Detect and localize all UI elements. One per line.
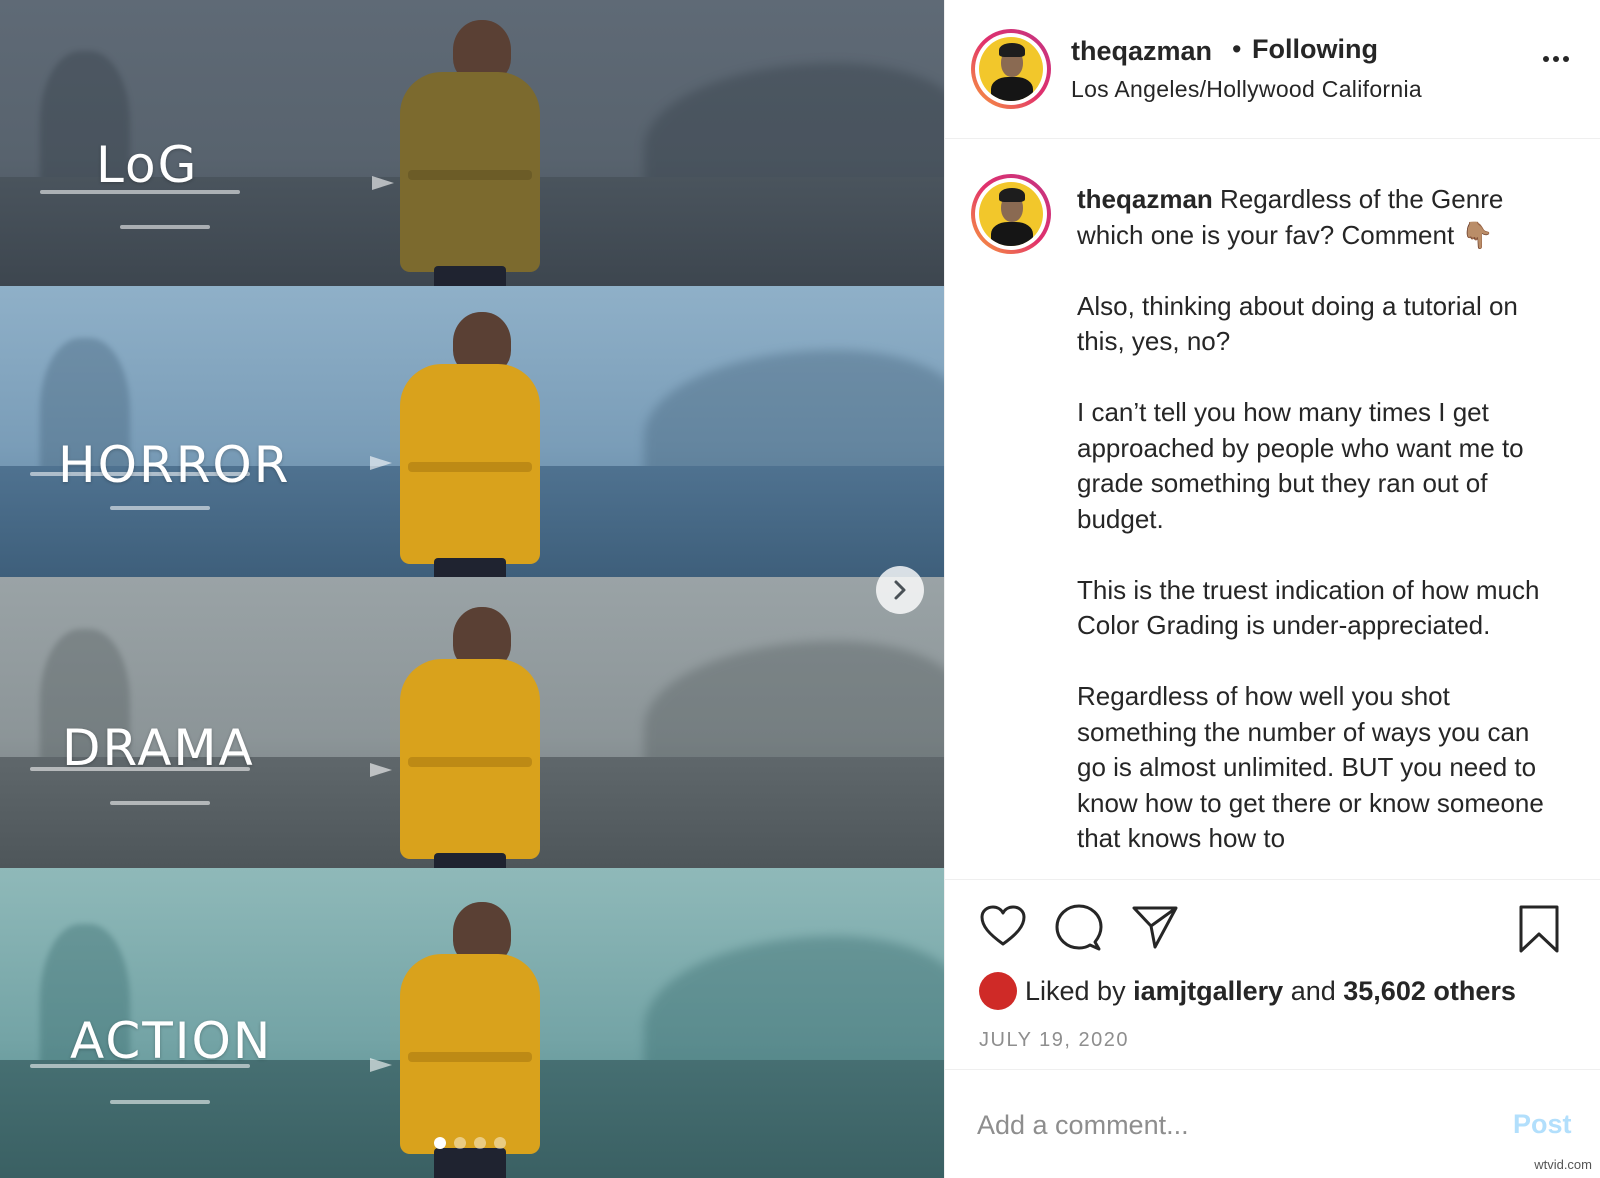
post-caption: theqazman Regardless of the Genre which …: [1077, 182, 1547, 879]
heart-icon[interactable]: [979, 904, 1027, 948]
caption-paragraph: This is the truest indication of how muc…: [1077, 574, 1540, 641]
post-info-panel: theqazman • Following Los Angeles/Hollyw…: [944, 0, 1600, 1178]
genre-label-log: LoG: [96, 136, 199, 194]
bookmark-icon[interactable]: [1517, 904, 1561, 954]
liked-by-prefix: Liked by: [1025, 975, 1126, 1006]
header-username[interactable]: theqazman: [1071, 36, 1212, 67]
caption-paragraph: Also, thinking about doing a tutorial on…: [1077, 290, 1518, 357]
avatar[interactable]: [971, 29, 1051, 109]
carousel-dot-3[interactable]: [474, 1137, 486, 1149]
carousel-next-button[interactable]: [876, 566, 924, 614]
post-date[interactable]: JULY 19, 2020: [979, 1029, 1129, 1052]
carousel-dot-4[interactable]: [494, 1137, 506, 1149]
genre-label-horror: HORROR: [58, 436, 291, 494]
caption-paragraph: I can’t tell you how many times I get ap…: [1077, 397, 1524, 534]
drama-grade-frame: DRAMA: [0, 577, 944, 868]
more-options-icon[interactable]: [1543, 56, 1569, 62]
post-actions: Liked by iamjtgallery and 35,602 others …: [945, 880, 1600, 1070]
carousel-dots: [434, 1137, 506, 1149]
comment-input[interactable]: [977, 1101, 1477, 1149]
likes-and: and: [1290, 975, 1336, 1006]
action-grade-frame: ACTION: [0, 868, 944, 1178]
carousel-dot-2[interactable]: [454, 1137, 466, 1149]
log-grade-frame: LoG: [0, 0, 944, 286]
header-separator: •: [1232, 34, 1242, 64]
genre-label-drama: DRAMA: [62, 719, 255, 777]
liked-by-user[interactable]: iamjtgallery: [1133, 976, 1283, 1007]
genre-label-action: ACTION: [70, 1012, 273, 1070]
post-header: theqazman • Following Los Angeles/Hollyw…: [945, 0, 1600, 139]
caption-scroll-area[interactable]: theqazman Regardless of the Genre which …: [945, 140, 1600, 880]
post-comment-button[interactable]: Post: [1513, 1109, 1572, 1140]
location-link[interactable]: Los Angeles/Hollywood California: [1071, 76, 1422, 103]
post-media-carousel[interactable]: LoG HORROR DRAMA ACTION: [0, 0, 944, 1178]
liker-avatar[interactable]: [979, 972, 1017, 1010]
caption-avatar[interactable]: [971, 174, 1051, 254]
comment-form: Post: [945, 1071, 1600, 1178]
horror-grade-frame: HORROR: [0, 286, 944, 577]
chevron-right-icon: [894, 580, 906, 600]
following-button[interactable]: Following: [1252, 34, 1378, 65]
caption-paragraph: Regardless of how well you shot somethin…: [1077, 681, 1544, 853]
comment-icon[interactable]: [1055, 904, 1103, 952]
caption-username[interactable]: theqazman: [1077, 184, 1213, 214]
share-icon[interactable]: [1131, 904, 1179, 950]
watermark: wtvid.com: [1534, 1157, 1592, 1172]
carousel-dot-1[interactable]: [434, 1137, 446, 1149]
likes-count[interactable]: 35,602 others: [1343, 976, 1516, 1007]
likes-summary: Liked by iamjtgallery and 35,602 others: [979, 972, 1516, 1010]
